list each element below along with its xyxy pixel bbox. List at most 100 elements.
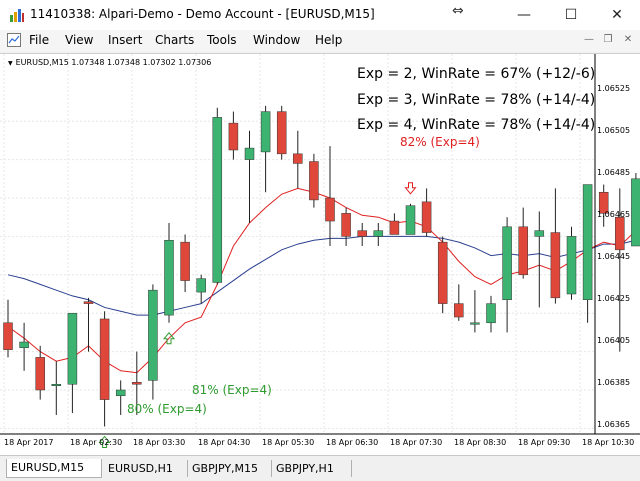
close-button[interactable]: ✕ <box>594 0 640 30</box>
chart-window-icon[interactable] <box>7 33 21 47</box>
bullish-candle-body <box>196 278 206 293</box>
candle <box>196 274 206 304</box>
candle <box>180 234 190 293</box>
candle <box>260 105 271 193</box>
time-label: 18 Apr 05:30 <box>262 438 315 447</box>
candle <box>534 211 545 308</box>
price-label: 1.06445 <box>597 252 631 261</box>
candle <box>373 222 384 246</box>
bearish-candle-body <box>293 153 303 164</box>
candle <box>228 111 239 160</box>
dropdown-arrow-icon[interactable]: ▼ <box>8 60 13 67</box>
bearish-candle-body <box>357 230 367 237</box>
bearish-candle-body <box>389 220 400 235</box>
price-label: 1.06365 <box>597 420 631 429</box>
time-label: 18 Apr 09:30 <box>518 438 571 447</box>
candle <box>293 130 303 189</box>
bullish-candle-body <box>631 178 640 247</box>
bullish-candle-body <box>502 226 512 301</box>
bearish-candle-body <box>132 382 142 385</box>
candle <box>389 213 400 235</box>
menu-tools[interactable]: Tools <box>207 33 237 47</box>
bearish-candle-body <box>454 303 464 318</box>
tab-gbpjpy-h1[interactable]: GBPJPY,H1 <box>272 460 352 477</box>
menu-view[interactable]: View <box>65 33 93 47</box>
stat-line: Exp = 4, WinRate = 78% (+14/-4) <box>357 117 596 133</box>
price-chart[interactable] <box>0 54 640 455</box>
price-label: 1.06425 <box>597 294 631 303</box>
chart-window[interactable]: ▼ EURUSD,M15 1.07348 1.07348 1.07302 1.07… <box>0 53 640 455</box>
minimize-button[interactable]: — <box>501 0 547 30</box>
menu-charts[interactable]: Charts <box>155 33 194 47</box>
bullish-candle-body <box>212 117 223 283</box>
candle <box>148 284 158 400</box>
candle <box>357 222 367 246</box>
bullish-candle-body <box>486 303 496 324</box>
candle <box>486 295 496 333</box>
tab-gbpjpy-m15[interactable]: GBPJPY,M15 <box>188 460 272 477</box>
child-restore-button[interactable]: ❐ <box>601 33 615 47</box>
bearish-candle-body <box>325 197 335 222</box>
bullish-candle-body <box>582 184 593 301</box>
resize-arrows-icon[interactable]: ⇔ <box>452 3 464 19</box>
bearish-candle-body <box>180 241 190 281</box>
candle <box>19 322 29 371</box>
candle <box>405 203 416 235</box>
bullish-candle-body <box>373 230 384 237</box>
stat-line: Exp = 3, WinRate = 78% (+14/-4) <box>357 92 596 108</box>
bearish-candle-body <box>341 213 351 237</box>
price-label: 1.06485 <box>597 168 631 177</box>
menu-help[interactable]: Help <box>315 33 342 47</box>
price-label: 1.06405 <box>597 336 631 345</box>
bullish-candle-body <box>566 236 577 295</box>
child-close-button[interactable]: ✕ <box>621 33 635 47</box>
menu-insert[interactable]: Insert <box>108 33 142 47</box>
candle <box>325 146 335 246</box>
menu-file[interactable]: File <box>29 33 49 47</box>
bearish-candle-body <box>421 201 432 233</box>
candle <box>51 361 62 415</box>
candle <box>276 105 287 160</box>
bullish-candle-body <box>148 289 158 381</box>
slow-moving-average-line <box>7 235 637 316</box>
bearish-candle-body <box>276 111 287 155</box>
stat-line: Exp = 2, WinRate = 67% (+12/-6) <box>357 66 596 82</box>
candle <box>550 188 561 304</box>
metatrader-logo-icon <box>10 9 24 22</box>
buy-signal-label: 80% (Exp=4) <box>127 402 207 416</box>
time-label: 18 Apr 10:30 <box>582 438 635 447</box>
candle <box>3 299 13 358</box>
bearish-candle-body <box>550 232 561 299</box>
symbol-ohlc: EURUSD,M15 1.07348 1.07348 1.07302 1.073… <box>15 58 212 67</box>
chart-tabs: EURUSD,M15 EURUSD,H1 GBPJPY,M15 GBPJPY,H… <box>0 455 640 481</box>
bullish-candle-body <box>67 312 78 385</box>
time-label: 18 Apr 08:30 <box>454 438 507 447</box>
candle <box>518 207 528 279</box>
bearish-candle-body <box>35 357 45 391</box>
bearish-candle-body <box>615 216 625 251</box>
bearish-candle-body <box>228 122 239 151</box>
candle <box>164 222 174 323</box>
tab-eurusd-m15[interactable]: EURUSD,M15 <box>6 459 102 478</box>
maximize-button[interactable]: ☐ <box>548 0 594 30</box>
bullish-candle-body <box>405 205 416 235</box>
candle <box>115 380 126 415</box>
title-bar: 11410338: Alpari-Demo - Demo Account - [… <box>0 0 640 30</box>
menu-window[interactable]: Window <box>253 33 300 47</box>
candle <box>566 226 577 300</box>
candle <box>437 236 448 314</box>
window-title: 11410338: Alpari-Demo - Demo Account - [… <box>30 7 375 21</box>
candle <box>67 312 78 414</box>
candle <box>598 184 609 227</box>
candle <box>212 107 223 285</box>
buy-signal-label: 81% (Exp=4) <box>192 383 272 397</box>
bullish-candle-body <box>470 322 480 325</box>
time-label: 18 Apr 02:30 <box>70 438 123 447</box>
child-minimize-button[interactable]: — <box>582 33 596 47</box>
candle <box>83 297 94 352</box>
sell-arrow-icon <box>404 182 417 195</box>
bearish-candle-body <box>99 318 110 400</box>
bullish-candle-body <box>51 383 62 386</box>
tab-eurusd-h1[interactable]: EURUSD,H1 <box>104 460 188 477</box>
symbol-info: ▼ EURUSD,M15 1.07348 1.07348 1.07302 1.07… <box>8 58 211 67</box>
